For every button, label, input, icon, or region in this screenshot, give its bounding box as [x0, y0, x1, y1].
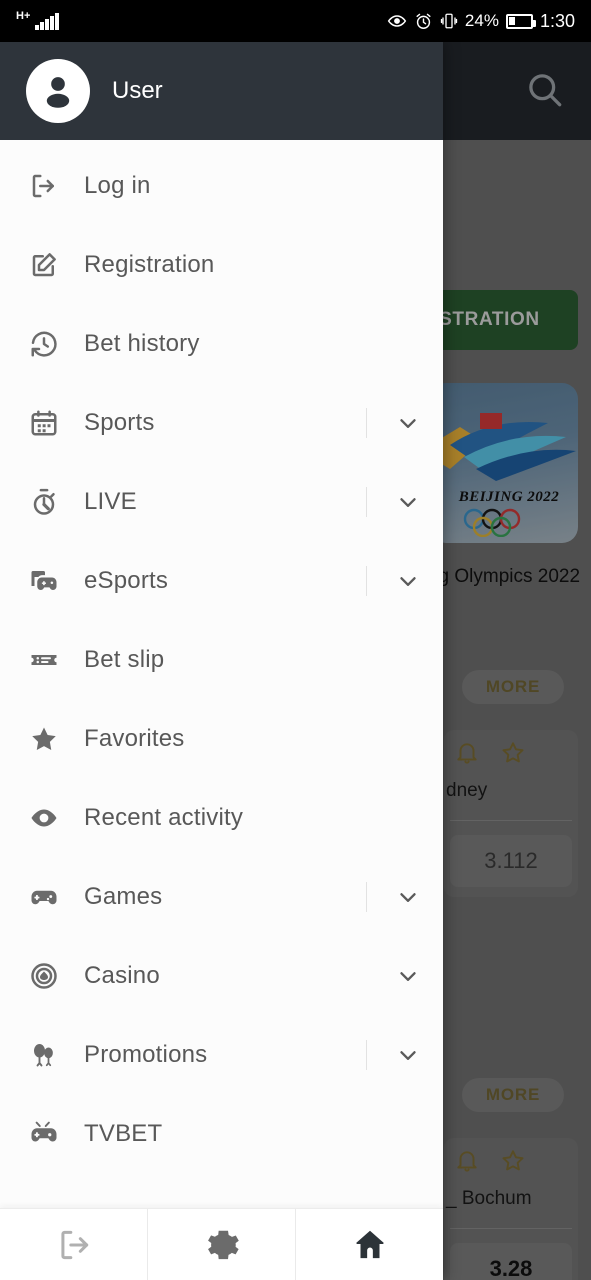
menu-item-label: TVBET	[84, 1119, 163, 1147]
chevron-down-icon[interactable]	[391, 410, 425, 436]
menu-item-log-in[interactable]: Log in	[0, 146, 443, 225]
menu-item-label: eSports	[84, 566, 169, 594]
eye-icon	[22, 803, 66, 833]
menu-item-favorites[interactable]: Favorites	[0, 699, 443, 778]
menu-item-label: Bet slip	[84, 645, 165, 673]
menu-item-bet-history[interactable]: Bet history	[0, 304, 443, 383]
menu-item-label: Sports	[84, 408, 155, 436]
menu-item-casino[interactable]: Casino	[0, 936, 443, 1015]
menu-item-sports[interactable]: Sports	[0, 383, 443, 462]
menu-item-recent-activity[interactable]: Recent activity	[0, 778, 443, 857]
gamepad-icon	[22, 882, 66, 912]
network-type-label: H+	[16, 10, 31, 22]
battery-icon	[505, 13, 536, 29]
menu-item-promotions[interactable]: Promotions	[0, 1015, 443, 1094]
calendar-icon	[22, 408, 66, 438]
edit-square-icon	[22, 250, 66, 280]
esports-icon	[22, 566, 66, 596]
ticket-icon	[22, 645, 66, 675]
alarm-clock-icon	[414, 12, 433, 31]
stopwatch-icon	[22, 487, 66, 517]
status-bar: H+ 24% 1:30	[0, 0, 591, 42]
login-icon	[22, 171, 66, 201]
menu-item-esports[interactable]: eSports	[0, 541, 443, 620]
user-avatar-icon[interactable]	[26, 59, 90, 123]
chevron-down-icon[interactable]	[391, 489, 425, 515]
menu-item-label: Promotions	[84, 1040, 208, 1068]
clock-label: 1:30	[539, 10, 575, 31]
home-button[interactable]	[295, 1209, 443, 1280]
battery-percent-label: 24%	[464, 11, 499, 30]
username-label: User	[112, 77, 163, 104]
history-clock-icon	[22, 329, 66, 359]
divider	[366, 486, 367, 517]
divider	[366, 961, 367, 991]
menu-item-label: LIVE	[84, 487, 137, 515]
divider	[366, 565, 367, 596]
menu-item-tvbet[interactable]: TVBET	[0, 1094, 443, 1173]
home-icon	[351, 1226, 389, 1264]
menu-item-registration[interactable]: Registration	[0, 225, 443, 304]
divider	[366, 881, 367, 912]
chevron-down-icon[interactable]	[391, 1042, 425, 1068]
logout-icon	[55, 1226, 93, 1264]
gear-icon	[203, 1226, 241, 1264]
casino-chip-icon	[22, 961, 66, 991]
settings-button[interactable]	[147, 1209, 295, 1280]
navigation-drawer: User Log in Registration Bet history Spo…	[0, 42, 443, 1280]
logout-button[interactable]	[0, 1209, 147, 1280]
drawer-bottom-bar	[0, 1208, 443, 1280]
tvbet-icon	[22, 1119, 66, 1149]
menu-item-bet-slip[interactable]: Bet slip	[0, 620, 443, 699]
menu-item-label: Bet history	[84, 329, 200, 357]
vibrate-icon	[440, 12, 458, 30]
balloons-icon	[22, 1040, 66, 1070]
menu-item-label: Registration	[84, 250, 215, 278]
menu-item-label: Casino	[84, 961, 160, 989]
menu-item-live[interactable]: LIVE	[0, 462, 443, 541]
chevron-down-icon[interactable]	[391, 884, 425, 910]
chevron-down-icon[interactable]	[391, 963, 425, 989]
menu-item-label: Games	[84, 882, 163, 910]
menu-item-label: Favorites	[84, 724, 185, 752]
signal-bars-icon	[35, 12, 59, 30]
chevron-down-icon[interactable]	[391, 568, 425, 594]
eye-icon	[387, 11, 407, 31]
menu-item-label: Recent activity	[84, 803, 244, 831]
menu-item-games[interactable]: Games	[0, 857, 443, 936]
screen: REGISTRATION BEIJING 2022 ng Olympics 20…	[0, 0, 591, 1280]
divider	[366, 407, 367, 438]
drawer-header[interactable]: User	[0, 42, 443, 140]
divider	[366, 1039, 367, 1070]
menu-item-label: Log in	[84, 171, 151, 199]
star-icon	[22, 724, 66, 754]
drawer-menu: Log in Registration Bet history Sports L…	[0, 140, 443, 1208]
